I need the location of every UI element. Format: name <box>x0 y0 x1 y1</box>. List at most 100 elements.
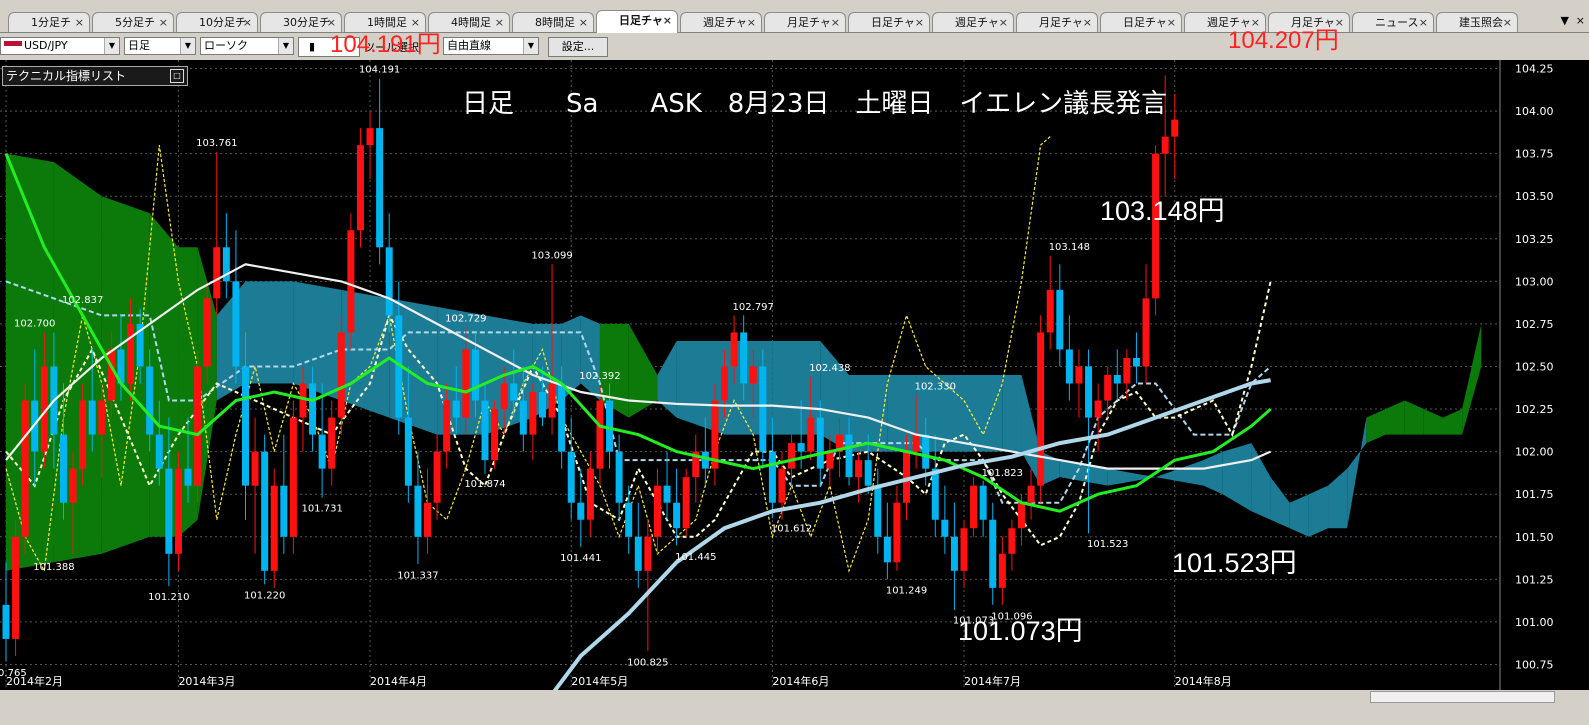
candle-body <box>845 434 853 478</box>
close-icon[interactable]: × <box>1576 14 1585 27</box>
tab-label: 4時間足 <box>451 16 491 29</box>
y-tick-label: 104.00 <box>1515 105 1554 118</box>
candle-body <box>864 460 872 486</box>
horizontal-scrollbar[interactable] <box>0 690 1589 704</box>
close-tab-icon[interactable]: × <box>831 13 840 32</box>
candle-body <box>596 400 604 469</box>
candle-body <box>1113 375 1121 384</box>
tab-label: 週足チャ <box>703 16 747 29</box>
close-tab-icon[interactable]: × <box>243 13 252 32</box>
tab-label: 日足チャ <box>871 16 915 29</box>
candle-body <box>174 468 182 554</box>
tab-1[interactable]: 5分足チ × <box>92 12 174 32</box>
candle-body <box>462 349 470 418</box>
candle-body <box>347 230 355 333</box>
candle-body <box>184 468 192 486</box>
period-select[interactable]: 日足 ▼ <box>124 37 196 55</box>
currency-pair-select[interactable]: USD/JPY ▼ <box>0 37 120 55</box>
candle-body <box>1046 289 1054 333</box>
close-tab-icon[interactable]: × <box>1167 13 1176 32</box>
candle-body <box>1094 400 1102 418</box>
candle-body <box>749 366 757 384</box>
candle-body <box>452 400 460 418</box>
close-tab-icon[interactable]: × <box>999 13 1008 32</box>
tab-0[interactable]: 1分足チ × <box>8 12 90 32</box>
candle-body <box>615 451 623 503</box>
close-tab-icon[interactable]: × <box>1083 13 1092 32</box>
tab-12[interactable]: 月足チャ × <box>1016 12 1098 32</box>
tab-2[interactable]: 10分足チ × <box>176 12 258 32</box>
chart-type-select[interactable]: ローソク ▼ <box>200 37 294 55</box>
candle-body <box>922 434 930 469</box>
price-label: 102.729 <box>445 313 486 324</box>
close-tab-icon[interactable]: × <box>1419 13 1428 32</box>
candle-body <box>1008 528 1016 554</box>
price-label: 101.823 <box>982 468 1023 479</box>
close-tab-icon[interactable]: × <box>747 13 756 32</box>
candle-body <box>625 502 633 537</box>
close-tab-icon[interactable]: × <box>495 13 504 32</box>
tab-label: 月足チャ <box>787 16 831 29</box>
close-tab-icon[interactable]: × <box>1503 13 1512 32</box>
candle-body <box>970 485 978 529</box>
ichimoku-cloud-segment <box>1423 409 1443 435</box>
close-tab-icon[interactable]: × <box>159 13 168 32</box>
tab-label: 30分足チ <box>283 16 330 29</box>
price-label: 101.249 <box>886 585 927 596</box>
candle-body <box>586 468 594 520</box>
candle-body <box>318 434 326 469</box>
candle-body <box>280 485 288 537</box>
indicator-list-panel[interactable]: テクニカル指標リスト □ <box>2 66 188 86</box>
candle-body <box>538 392 546 418</box>
close-tab-icon[interactable]: × <box>663 11 672 30</box>
candle-body <box>730 332 738 367</box>
candlestick-chart[interactable]: 104.25 104.00 103.75 103.50 103.25 103.00 102.… <box>0 60 1589 690</box>
tab-17[interactable]: 建玉照会 × <box>1436 12 1518 32</box>
drawing-tool-select[interactable]: 自由直線 ▼ <box>443 37 539 55</box>
candle-body <box>433 451 441 503</box>
tab-9[interactable]: 月足チャ × <box>764 12 846 32</box>
candle-body <box>797 443 805 452</box>
candle-body <box>12 536 20 639</box>
tab-13[interactable]: 日足チャ × <box>1100 12 1182 32</box>
ichimoku-cloud-segment <box>1328 468 1348 529</box>
candle-body <box>721 366 728 401</box>
candle-body <box>606 400 614 452</box>
tab-8[interactable]: 週足チャ × <box>680 12 762 32</box>
candle-body <box>548 383 556 418</box>
close-tab-icon[interactable]: × <box>579 13 588 32</box>
candle-body <box>816 417 824 469</box>
tab-11[interactable]: 週足チャ × <box>932 12 1014 32</box>
tab-16[interactable]: ニュース × <box>1352 12 1434 32</box>
candle-body <box>529 392 537 435</box>
close-tab-icon[interactable]: × <box>915 13 924 32</box>
scrollbar-thumb[interactable] <box>1370 691 1555 703</box>
candle-body <box>941 519 949 537</box>
ichimoku-cloud-segment <box>628 323 658 418</box>
tab-10[interactable]: 日足チャ × <box>848 12 930 32</box>
price-label: 101.445 <box>675 552 716 563</box>
tab-7[interactable]: 日足チャ × <box>596 10 678 33</box>
chart-area[interactable]: 104.25 104.00 103.75 103.50 103.25 103.00 102.… <box>0 60 1589 725</box>
candle-body <box>1056 289 1064 350</box>
indicator-list-title: テクニカル指標リスト <box>6 69 127 83</box>
tab-6[interactable]: 8時間足 × <box>512 12 594 32</box>
tab-label: 日足チャ <box>619 14 663 27</box>
candle-body <box>203 298 211 367</box>
close-tab-icon[interactable]: × <box>75 13 84 32</box>
candle-body <box>299 383 307 418</box>
toolbar: USD/JPY ▼ 日足 ▼ ローソク ▼ ▮ ツール選択 自由直線 ▼ 設定.… <box>0 33 1589 60</box>
candle-body <box>500 383 508 410</box>
ichimoku-cloud-segment <box>1270 477 1290 529</box>
settings-button[interactable]: 設定... <box>548 37 608 57</box>
tab-list-chevron-icon[interactable]: ▼ <box>1561 14 1569 27</box>
ichimoku-cloud-segment <box>6 153 54 571</box>
y-tick-label: 103.50 <box>1515 190 1554 203</box>
candle-body <box>788 443 796 469</box>
ichimoku-cloud-segment <box>245 281 294 384</box>
candle-body <box>232 281 240 367</box>
tab-label: 8時間足 <box>535 16 575 29</box>
collapse-icon[interactable]: □ <box>170 69 184 83</box>
price-label: 103.099 <box>531 250 572 261</box>
candle-body <box>424 502 432 537</box>
